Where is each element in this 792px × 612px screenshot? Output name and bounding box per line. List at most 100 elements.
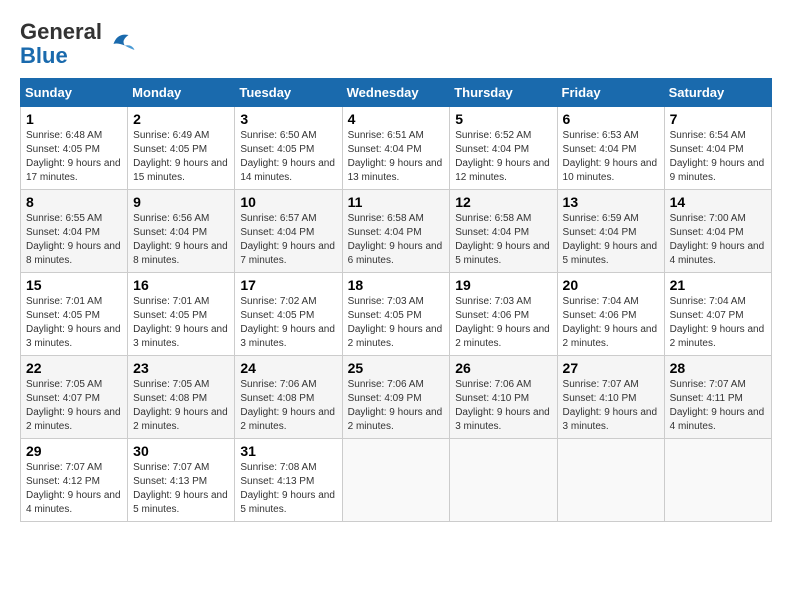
calendar-cell: 9 Sunrise: 6:56 AM Sunset: 4:04 PM Dayli… bbox=[128, 190, 235, 273]
calendar-header-monday: Monday bbox=[128, 79, 235, 107]
day-number: 31 bbox=[240, 443, 336, 459]
calendar-cell: 21 Sunrise: 7:04 AM Sunset: 4:07 PM Dayl… bbox=[664, 273, 771, 356]
calendar-header-friday: Friday bbox=[557, 79, 664, 107]
day-info: Sunrise: 7:08 AM Sunset: 4:13 PM Dayligh… bbox=[240, 461, 336, 517]
day-info: Sunrise: 6:58 AM Sunset: 4:04 PM Dayligh… bbox=[348, 212, 445, 268]
calendar-table: SundayMondayTuesdayWednesdayThursdayFrid… bbox=[20, 78, 772, 522]
day-number: 27 bbox=[563, 360, 659, 376]
day-info: Sunrise: 6:56 AM Sunset: 4:04 PM Dayligh… bbox=[133, 212, 229, 268]
day-info: Sunrise: 7:01 AM Sunset: 4:05 PM Dayligh… bbox=[26, 295, 122, 351]
day-number: 13 bbox=[563, 194, 659, 210]
day-number: 3 bbox=[240, 111, 336, 127]
day-number: 1 bbox=[26, 111, 122, 127]
day-info: Sunrise: 7:07 AM Sunset: 4:13 PM Dayligh… bbox=[133, 461, 229, 517]
day-info: Sunrise: 6:49 AM Sunset: 4:05 PM Dayligh… bbox=[133, 129, 229, 185]
day-number: 19 bbox=[455, 277, 551, 293]
day-info: Sunrise: 6:51 AM Sunset: 4:04 PM Dayligh… bbox=[348, 129, 445, 185]
day-number: 6 bbox=[563, 111, 659, 127]
day-number: 26 bbox=[455, 360, 551, 376]
day-number: 28 bbox=[670, 360, 766, 376]
calendar-cell: 28 Sunrise: 7:07 AM Sunset: 4:11 PM Dayl… bbox=[664, 356, 771, 439]
day-number: 29 bbox=[26, 443, 122, 459]
calendar-cell: 6 Sunrise: 6:53 AM Sunset: 4:04 PM Dayli… bbox=[557, 107, 664, 190]
calendar-cell: 30 Sunrise: 7:07 AM Sunset: 4:13 PM Dayl… bbox=[128, 439, 235, 522]
calendar-cell: 14 Sunrise: 7:00 AM Sunset: 4:04 PM Dayl… bbox=[664, 190, 771, 273]
day-number: 17 bbox=[240, 277, 336, 293]
day-info: Sunrise: 7:07 AM Sunset: 4:12 PM Dayligh… bbox=[26, 461, 122, 517]
logo-text: General Blue bbox=[20, 20, 102, 68]
day-info: Sunrise: 7:05 AM Sunset: 4:08 PM Dayligh… bbox=[133, 378, 229, 434]
calendar-cell bbox=[342, 439, 450, 522]
calendar-cell: 5 Sunrise: 6:52 AM Sunset: 4:04 PM Dayli… bbox=[450, 107, 557, 190]
calendar-header-thursday: Thursday bbox=[450, 79, 557, 107]
logo-general: General bbox=[20, 20, 102, 44]
calendar-cell: 2 Sunrise: 6:49 AM Sunset: 4:05 PM Dayli… bbox=[128, 107, 235, 190]
day-info: Sunrise: 7:06 AM Sunset: 4:08 PM Dayligh… bbox=[240, 378, 336, 434]
day-number: 7 bbox=[670, 111, 766, 127]
day-number: 25 bbox=[348, 360, 445, 376]
calendar-cell: 13 Sunrise: 6:59 AM Sunset: 4:04 PM Dayl… bbox=[557, 190, 664, 273]
calendar-cell: 12 Sunrise: 6:58 AM Sunset: 4:04 PM Dayl… bbox=[450, 190, 557, 273]
day-number: 20 bbox=[563, 277, 659, 293]
calendar-cell: 11 Sunrise: 6:58 AM Sunset: 4:04 PM Dayl… bbox=[342, 190, 450, 273]
calendar-cell: 19 Sunrise: 7:03 AM Sunset: 4:06 PM Dayl… bbox=[450, 273, 557, 356]
calendar-cell: 24 Sunrise: 7:06 AM Sunset: 4:08 PM Dayl… bbox=[235, 356, 342, 439]
day-number: 15 bbox=[26, 277, 122, 293]
day-number: 16 bbox=[133, 277, 229, 293]
calendar-header-sunday: Sunday bbox=[21, 79, 128, 107]
calendar-cell: 22 Sunrise: 7:05 AM Sunset: 4:07 PM Dayl… bbox=[21, 356, 128, 439]
day-number: 10 bbox=[240, 194, 336, 210]
calendar-header-wednesday: Wednesday bbox=[342, 79, 450, 107]
day-info: Sunrise: 7:02 AM Sunset: 4:05 PM Dayligh… bbox=[240, 295, 336, 351]
day-info: Sunrise: 7:00 AM Sunset: 4:04 PM Dayligh… bbox=[670, 212, 766, 268]
day-info: Sunrise: 6:48 AM Sunset: 4:05 PM Dayligh… bbox=[26, 129, 122, 185]
logo-blue: Blue bbox=[20, 44, 102, 68]
day-info: Sunrise: 6:53 AM Sunset: 4:04 PM Dayligh… bbox=[563, 129, 659, 185]
day-number: 14 bbox=[670, 194, 766, 210]
calendar-cell: 25 Sunrise: 7:06 AM Sunset: 4:09 PM Dayl… bbox=[342, 356, 450, 439]
calendar-week-row: 29 Sunrise: 7:07 AM Sunset: 4:12 PM Dayl… bbox=[21, 439, 772, 522]
calendar-cell: 1 Sunrise: 6:48 AM Sunset: 4:05 PM Dayli… bbox=[21, 107, 128, 190]
day-info: Sunrise: 6:57 AM Sunset: 4:04 PM Dayligh… bbox=[240, 212, 336, 268]
day-info: Sunrise: 6:54 AM Sunset: 4:04 PM Dayligh… bbox=[670, 129, 766, 185]
day-info: Sunrise: 7:05 AM Sunset: 4:07 PM Dayligh… bbox=[26, 378, 122, 434]
day-info: Sunrise: 6:55 AM Sunset: 4:04 PM Dayligh… bbox=[26, 212, 122, 268]
logo-bird-icon bbox=[106, 29, 136, 59]
calendar-week-row: 15 Sunrise: 7:01 AM Sunset: 4:05 PM Dayl… bbox=[21, 273, 772, 356]
day-number: 5 bbox=[455, 111, 551, 127]
calendar-cell: 3 Sunrise: 6:50 AM Sunset: 4:05 PM Dayli… bbox=[235, 107, 342, 190]
day-info: Sunrise: 7:03 AM Sunset: 4:06 PM Dayligh… bbox=[455, 295, 551, 351]
calendar-cell: 7 Sunrise: 6:54 AM Sunset: 4:04 PM Dayli… bbox=[664, 107, 771, 190]
calendar-header-row: SundayMondayTuesdayWednesdayThursdayFrid… bbox=[21, 79, 772, 107]
calendar-cell: 16 Sunrise: 7:01 AM Sunset: 4:05 PM Dayl… bbox=[128, 273, 235, 356]
day-number: 2 bbox=[133, 111, 229, 127]
day-number: 30 bbox=[133, 443, 229, 459]
day-info: Sunrise: 7:03 AM Sunset: 4:05 PM Dayligh… bbox=[348, 295, 445, 351]
calendar-cell: 20 Sunrise: 7:04 AM Sunset: 4:06 PM Dayl… bbox=[557, 273, 664, 356]
day-info: Sunrise: 7:06 AM Sunset: 4:10 PM Dayligh… bbox=[455, 378, 551, 434]
day-info: Sunrise: 6:59 AM Sunset: 4:04 PM Dayligh… bbox=[563, 212, 659, 268]
day-info: Sunrise: 7:06 AM Sunset: 4:09 PM Dayligh… bbox=[348, 378, 445, 434]
page-header: General Blue bbox=[20, 20, 772, 68]
calendar-cell bbox=[450, 439, 557, 522]
day-info: Sunrise: 6:58 AM Sunset: 4:04 PM Dayligh… bbox=[455, 212, 551, 268]
day-info: Sunrise: 7:07 AM Sunset: 4:11 PM Dayligh… bbox=[670, 378, 766, 434]
calendar-week-row: 22 Sunrise: 7:05 AM Sunset: 4:07 PM Dayl… bbox=[21, 356, 772, 439]
calendar-cell: 23 Sunrise: 7:05 AM Sunset: 4:08 PM Dayl… bbox=[128, 356, 235, 439]
day-info: Sunrise: 7:07 AM Sunset: 4:10 PM Dayligh… bbox=[563, 378, 659, 434]
calendar-week-row: 1 Sunrise: 6:48 AM Sunset: 4:05 PM Dayli… bbox=[21, 107, 772, 190]
day-number: 11 bbox=[348, 194, 445, 210]
calendar-cell: 31 Sunrise: 7:08 AM Sunset: 4:13 PM Dayl… bbox=[235, 439, 342, 522]
calendar-cell: 29 Sunrise: 7:07 AM Sunset: 4:12 PM Dayl… bbox=[21, 439, 128, 522]
calendar-header-saturday: Saturday bbox=[664, 79, 771, 107]
day-info: Sunrise: 7:04 AM Sunset: 4:07 PM Dayligh… bbox=[670, 295, 766, 351]
day-number: 9 bbox=[133, 194, 229, 210]
calendar-cell: 15 Sunrise: 7:01 AM Sunset: 4:05 PM Dayl… bbox=[21, 273, 128, 356]
calendar-cell bbox=[664, 439, 771, 522]
day-info: Sunrise: 7:01 AM Sunset: 4:05 PM Dayligh… bbox=[133, 295, 229, 351]
day-number: 18 bbox=[348, 277, 445, 293]
day-number: 4 bbox=[348, 111, 445, 127]
day-number: 22 bbox=[26, 360, 122, 376]
day-info: Sunrise: 6:50 AM Sunset: 4:05 PM Dayligh… bbox=[240, 129, 336, 185]
calendar-cell bbox=[557, 439, 664, 522]
